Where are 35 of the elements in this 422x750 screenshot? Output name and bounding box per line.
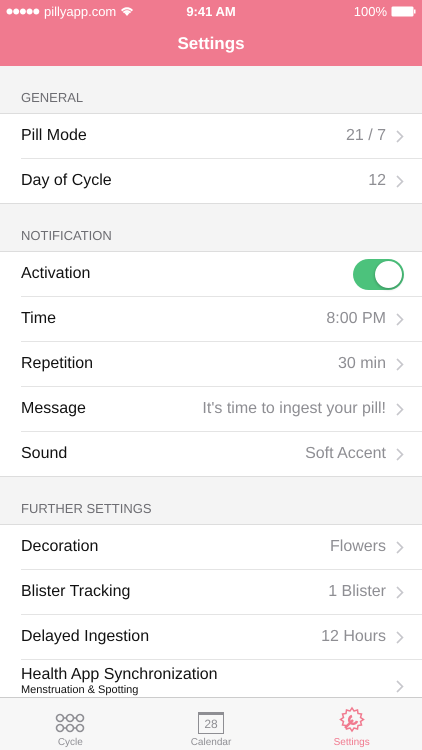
settings-row[interactable]: Time 8:00 PM	[21, 297, 422, 342]
chevron-icon	[396, 586, 404, 598]
chevron-icon	[396, 130, 404, 142]
settings-row[interactable]: Day of Cycle 12	[21, 159, 422, 203]
chevron-icon	[396, 358, 404, 370]
toggle-switch[interactable]	[353, 258, 404, 290]
settings-row[interactable]: Pill Mode 21 / 7	[21, 114, 422, 159]
status-time: 9:41 AM	[186, 4, 236, 18]
chevron-icon	[396, 174, 404, 188]
section-header: FURTHER SETTINGS	[21, 501, 152, 516]
section-header: GENERAL	[21, 90, 84, 105]
screen-title: Settings	[177, 34, 245, 54]
chevron-icon	[396, 540, 404, 554]
battery-icon	[391, 6, 416, 16]
signal-icon	[6, 8, 40, 14]
chevron-icon	[396, 312, 404, 326]
circles-icon	[55, 712, 86, 734]
settings-row[interactable]: Blister Tracking 1 Blister	[21, 570, 422, 615]
settings-row[interactable]: Activation	[21, 252, 422, 297]
calendar-icon: 28	[198, 712, 224, 734]
settings-row[interactable]: Health App Synchronization Menstruation & Spotting	[21, 660, 422, 697]
wifi-icon	[120, 6, 134, 16]
settings-row[interactable]: Delayed Ingestion 12 Hours	[21, 615, 422, 660]
carrier-name: pillyapp.com	[44, 4, 116, 18]
battery-percent: 100%	[354, 4, 387, 18]
settings-row[interactable]: Message It's time to ingest your pill!	[21, 387, 422, 432]
settings-row[interactable]: Sound Soft Accent	[21, 432, 422, 476]
chevron-icon	[396, 448, 404, 460]
settings-row[interactable]: Decoration Flowers	[21, 525, 422, 570]
settings-row[interactable]: Repetition 30 min	[21, 342, 422, 387]
chevron-icon	[396, 630, 404, 644]
chevron-icon	[396, 402, 404, 416]
gear-wrench-icon	[338, 706, 366, 734]
chevron-icon	[396, 680, 404, 693]
section-header: NOTIFICATION	[21, 228, 112, 243]
